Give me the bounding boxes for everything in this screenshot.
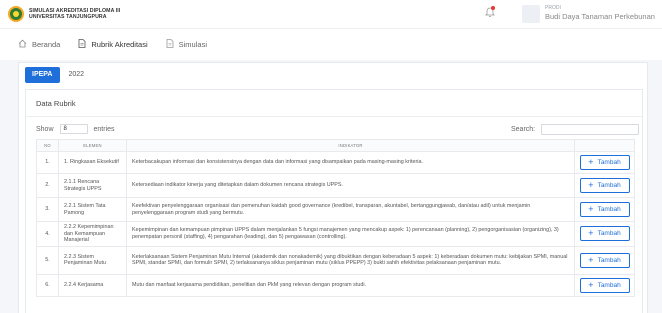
- table-row: 2. 2.1.1 Rencana Strategis UPPS Ketersed…: [36, 173, 635, 198]
- tambah-label: Tambah: [597, 206, 621, 213]
- user-role: PRODI: [545, 5, 561, 11]
- document-icon: [166, 39, 174, 50]
- cell-no: 3.: [36, 197, 59, 222]
- cell-indikator: Keefektivan penyelenggaraan organisasi d…: [126, 197, 575, 222]
- cell-indikator: Ketersediaan indikator kinerja yang dite…: [126, 173, 575, 198]
- user-info[interactable]: PRODI Budi Daya Tanaman Perkebunan: [545, 5, 655, 21]
- header-action: [574, 139, 635, 152]
- tambah-button[interactable]: + Tambah: [579, 155, 630, 170]
- notification-dot: [491, 6, 495, 10]
- cell-indikator: Keterbacakupan informasi dan konsistensi…: [126, 151, 575, 174]
- content-card: IPEPA 2022 Data Rubrik Show 8 entries Se…: [18, 62, 648, 313]
- nav-item-beranda[interactable]: Beranda: [18, 39, 60, 50]
- nav-label-beranda: Beranda: [32, 40, 61, 49]
- cell-indikator: Mutu dan manfaat kerjasama pendidikan, p…: [126, 273, 575, 297]
- table-row: 1. 1. Ringkasan Eksekutif Keterbacakupan…: [36, 151, 635, 174]
- tambah-button[interactable]: + Tambah: [579, 226, 630, 242]
- tambah-button[interactable]: + Tambah: [579, 178, 630, 193]
- header-elemen[interactable]: ELEMEN: [58, 139, 127, 152]
- cell-action: + Tambah: [574, 221, 635, 247]
- rubrik-panel: Data Rubrik Show 8 entries Search: NO EL…: [25, 89, 643, 313]
- nav-item-simulasi[interactable]: Simulasi: [166, 39, 207, 50]
- avatar[interactable]: [522, 5, 540, 23]
- cell-action: + Tambah: [574, 273, 635, 297]
- search-label: Search:: [511, 126, 536, 133]
- tambah-button[interactable]: + Tambah: [579, 252, 630, 268]
- cell-elemen: 2.2.2 Kepemimpinan dan Kemampuan Manajer…: [58, 221, 127, 247]
- entries-label: entries: [93, 125, 115, 133]
- cell-elemen: 2.1.1 Rencana Strategis UPPS: [58, 173, 127, 198]
- cell-action: + Tambah: [574, 173, 635, 198]
- table-row: 4. 2.2.2 Kepemimpinan dan Kemampuan Mana…: [36, 221, 635, 247]
- year-tabs: IPEPA 2022: [25, 67, 93, 83]
- cell-indikator: Kepemimpinan dan kemampuan pimpinan UPPS…: [126, 221, 575, 247]
- nav-item-rubrik-akreditasi[interactable]: Rubrik Akreditasi: [78, 39, 148, 50]
- cell-action: + Tambah: [574, 197, 635, 222]
- cell-indikator: Keterlaksanaan Sistem Penjaminan Mutu In…: [126, 245, 575, 275]
- tambah-button[interactable]: + Tambah: [579, 202, 630, 217]
- cell-elemen: 2.2.3 Sistem Penjaminan Mutu: [58, 245, 127, 275]
- entries-select[interactable]: 8: [59, 124, 88, 134]
- show-label: Show: [36, 125, 54, 133]
- tab-2022[interactable]: 2022: [62, 67, 92, 83]
- search-input[interactable]: [541, 124, 640, 135]
- plus-icon: +: [588, 204, 594, 214]
- table-header-row: NO ELEMEN INDIKATOR: [36, 139, 635, 152]
- plus-icon: +: [588, 228, 594, 239]
- brand: SIMULASI AKREDITASI DIPLOMA III UNIVERSI…: [29, 8, 120, 21]
- tambah-label: Tambah: [597, 256, 621, 264]
- cell-no: 5.: [36, 245, 59, 275]
- rubrik-table: NO ELEMEN INDIKATOR 1. 1. Ringkasan Ekse…: [36, 139, 635, 297]
- length-control: Show 8 entries: [36, 124, 115, 134]
- header-no[interactable]: NO: [36, 139, 59, 152]
- header-indikator[interactable]: INDIKATOR: [126, 139, 575, 152]
- main-nav: Beranda Rubrik Akreditasi Simulasi: [0, 28, 662, 60]
- table-row: 5. 2.2.3 Sistem Penjaminan Mutu Keterlak…: [36, 245, 635, 275]
- plus-icon: +: [588, 279, 594, 290]
- cell-action: + Tambah: [574, 151, 635, 174]
- brand-line-2: UNIVERSITAS TANJUNGPURA: [29, 14, 107, 20]
- table-row: 6. 2.2.4 Kerjasama Mutu dan manfaat kerj…: [36, 273, 635, 297]
- cell-elemen: 1. Ringkasan Eksekutif: [58, 151, 127, 174]
- cell-elemen: 2.2.4 Kerjasama: [58, 273, 127, 297]
- university-logo: [8, 6, 24, 22]
- bell-icon[interactable]: [483, 7, 497, 21]
- table-row: 3. 2.2.1 Sistem Tata Pamong Keefektivan …: [36, 197, 635, 222]
- cell-elemen: 2.2.1 Sistem Tata Pamong: [58, 197, 127, 222]
- nav-label-rubrik: Rubrik Akreditasi: [91, 40, 148, 49]
- plus-icon: +: [588, 180, 594, 190]
- tambah-label: Tambah: [597, 182, 621, 189]
- cell-no: 6.: [36, 273, 59, 297]
- plus-icon: +: [588, 254, 594, 265]
- tambah-button[interactable]: + Tambah: [579, 277, 630, 293]
- cell-no: 4.: [36, 221, 59, 247]
- search-control: Search:: [511, 124, 640, 135]
- top-header: SIMULASI AKREDITASI DIPLOMA III UNIVERSI…: [0, 0, 662, 28]
- plus-icon: +: [588, 157, 594, 167]
- cell-no: 1.: [36, 151, 59, 174]
- user-name: Budi Daya Tanaman Perkebunan: [545, 12, 655, 21]
- cell-no: 2.: [36, 173, 59, 198]
- cell-action: + Tambah: [574, 245, 635, 275]
- tambah-label: Tambah: [597, 159, 621, 166]
- tab-ipepa[interactable]: IPEPA: [25, 67, 60, 83]
- divider: [26, 116, 642, 117]
- document-icon: [78, 39, 86, 50]
- home-icon: [18, 39, 27, 50]
- panel-title: Data Rubrik: [36, 99, 76, 108]
- tambah-label: Tambah: [597, 281, 621, 289]
- tambah-label: Tambah: [597, 230, 621, 238]
- nav-label-simulasi: Simulasi: [178, 40, 207, 49]
